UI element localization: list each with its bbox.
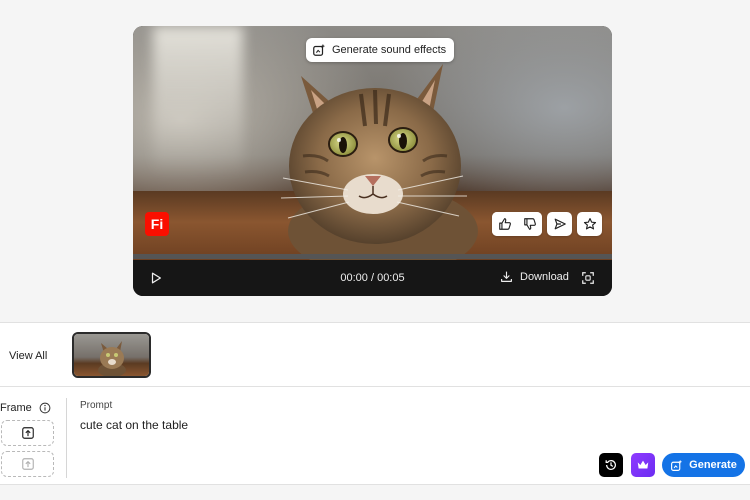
premium-button[interactable] (631, 453, 655, 477)
generate-button[interactable]: Generate (662, 453, 745, 477)
sparkle-image-icon (671, 459, 683, 471)
thumbnail-cat-image (98, 341, 126, 376)
history-button[interactable] (599, 453, 623, 477)
view-all-link[interactable]: View All (9, 350, 47, 362)
frame-label: Frame (0, 402, 32, 414)
video-controls: 00:00 / 00:05 Download (133, 260, 612, 296)
star-icon (583, 218, 596, 230)
thumbs-up-icon (498, 218, 511, 230)
generate-sound-effects-label: Generate sound effects (332, 44, 447, 56)
prompt-label: Prompt (80, 400, 113, 411)
download-label: Download (520, 270, 569, 283)
video-player: Generate sound effects Fi 00:00 / 00:05 … (133, 26, 612, 296)
upload-last-frame-button[interactable] (1, 451, 54, 477)
upload-first-frame-button[interactable] (1, 420, 54, 446)
generation-panel: View All Frame Prompt cute cat on the ta… (0, 322, 750, 485)
feedback-toolbar (492, 212, 602, 236)
firefly-logo: Fi (145, 212, 169, 236)
generate-label: Generate (689, 459, 737, 471)
rating-group (492, 212, 542, 236)
download-button[interactable]: Download (500, 270, 569, 283)
panel-divider (0, 386, 750, 387)
share-button[interactable] (547, 212, 572, 236)
upload-icon (21, 427, 34, 439)
download-icon (501, 271, 512, 282)
upload-icon (21, 458, 34, 470)
video-frame[interactable]: Generate sound effects Fi (133, 26, 612, 260)
history-icon (605, 459, 616, 470)
prompt-input[interactable]: cute cat on the table (80, 418, 188, 432)
fullscreen-icon[interactable] (581, 271, 595, 285)
thumbs-down-button[interactable] (517, 212, 542, 236)
thumbs-down-icon (523, 218, 536, 230)
thumbs-up-button[interactable] (492, 212, 517, 236)
sparkle-image-icon (313, 43, 326, 56)
section-divider (66, 398, 67, 478)
video-progress-bar[interactable] (133, 254, 612, 259)
video-thumbnail-selected[interactable] (72, 332, 151, 378)
crown-icon (637, 460, 649, 469)
generate-sound-effects-button[interactable]: Generate sound effects (306, 38, 455, 62)
favorite-button[interactable] (577, 212, 602, 236)
info-icon[interactable] (39, 402, 51, 414)
send-icon (554, 218, 566, 230)
